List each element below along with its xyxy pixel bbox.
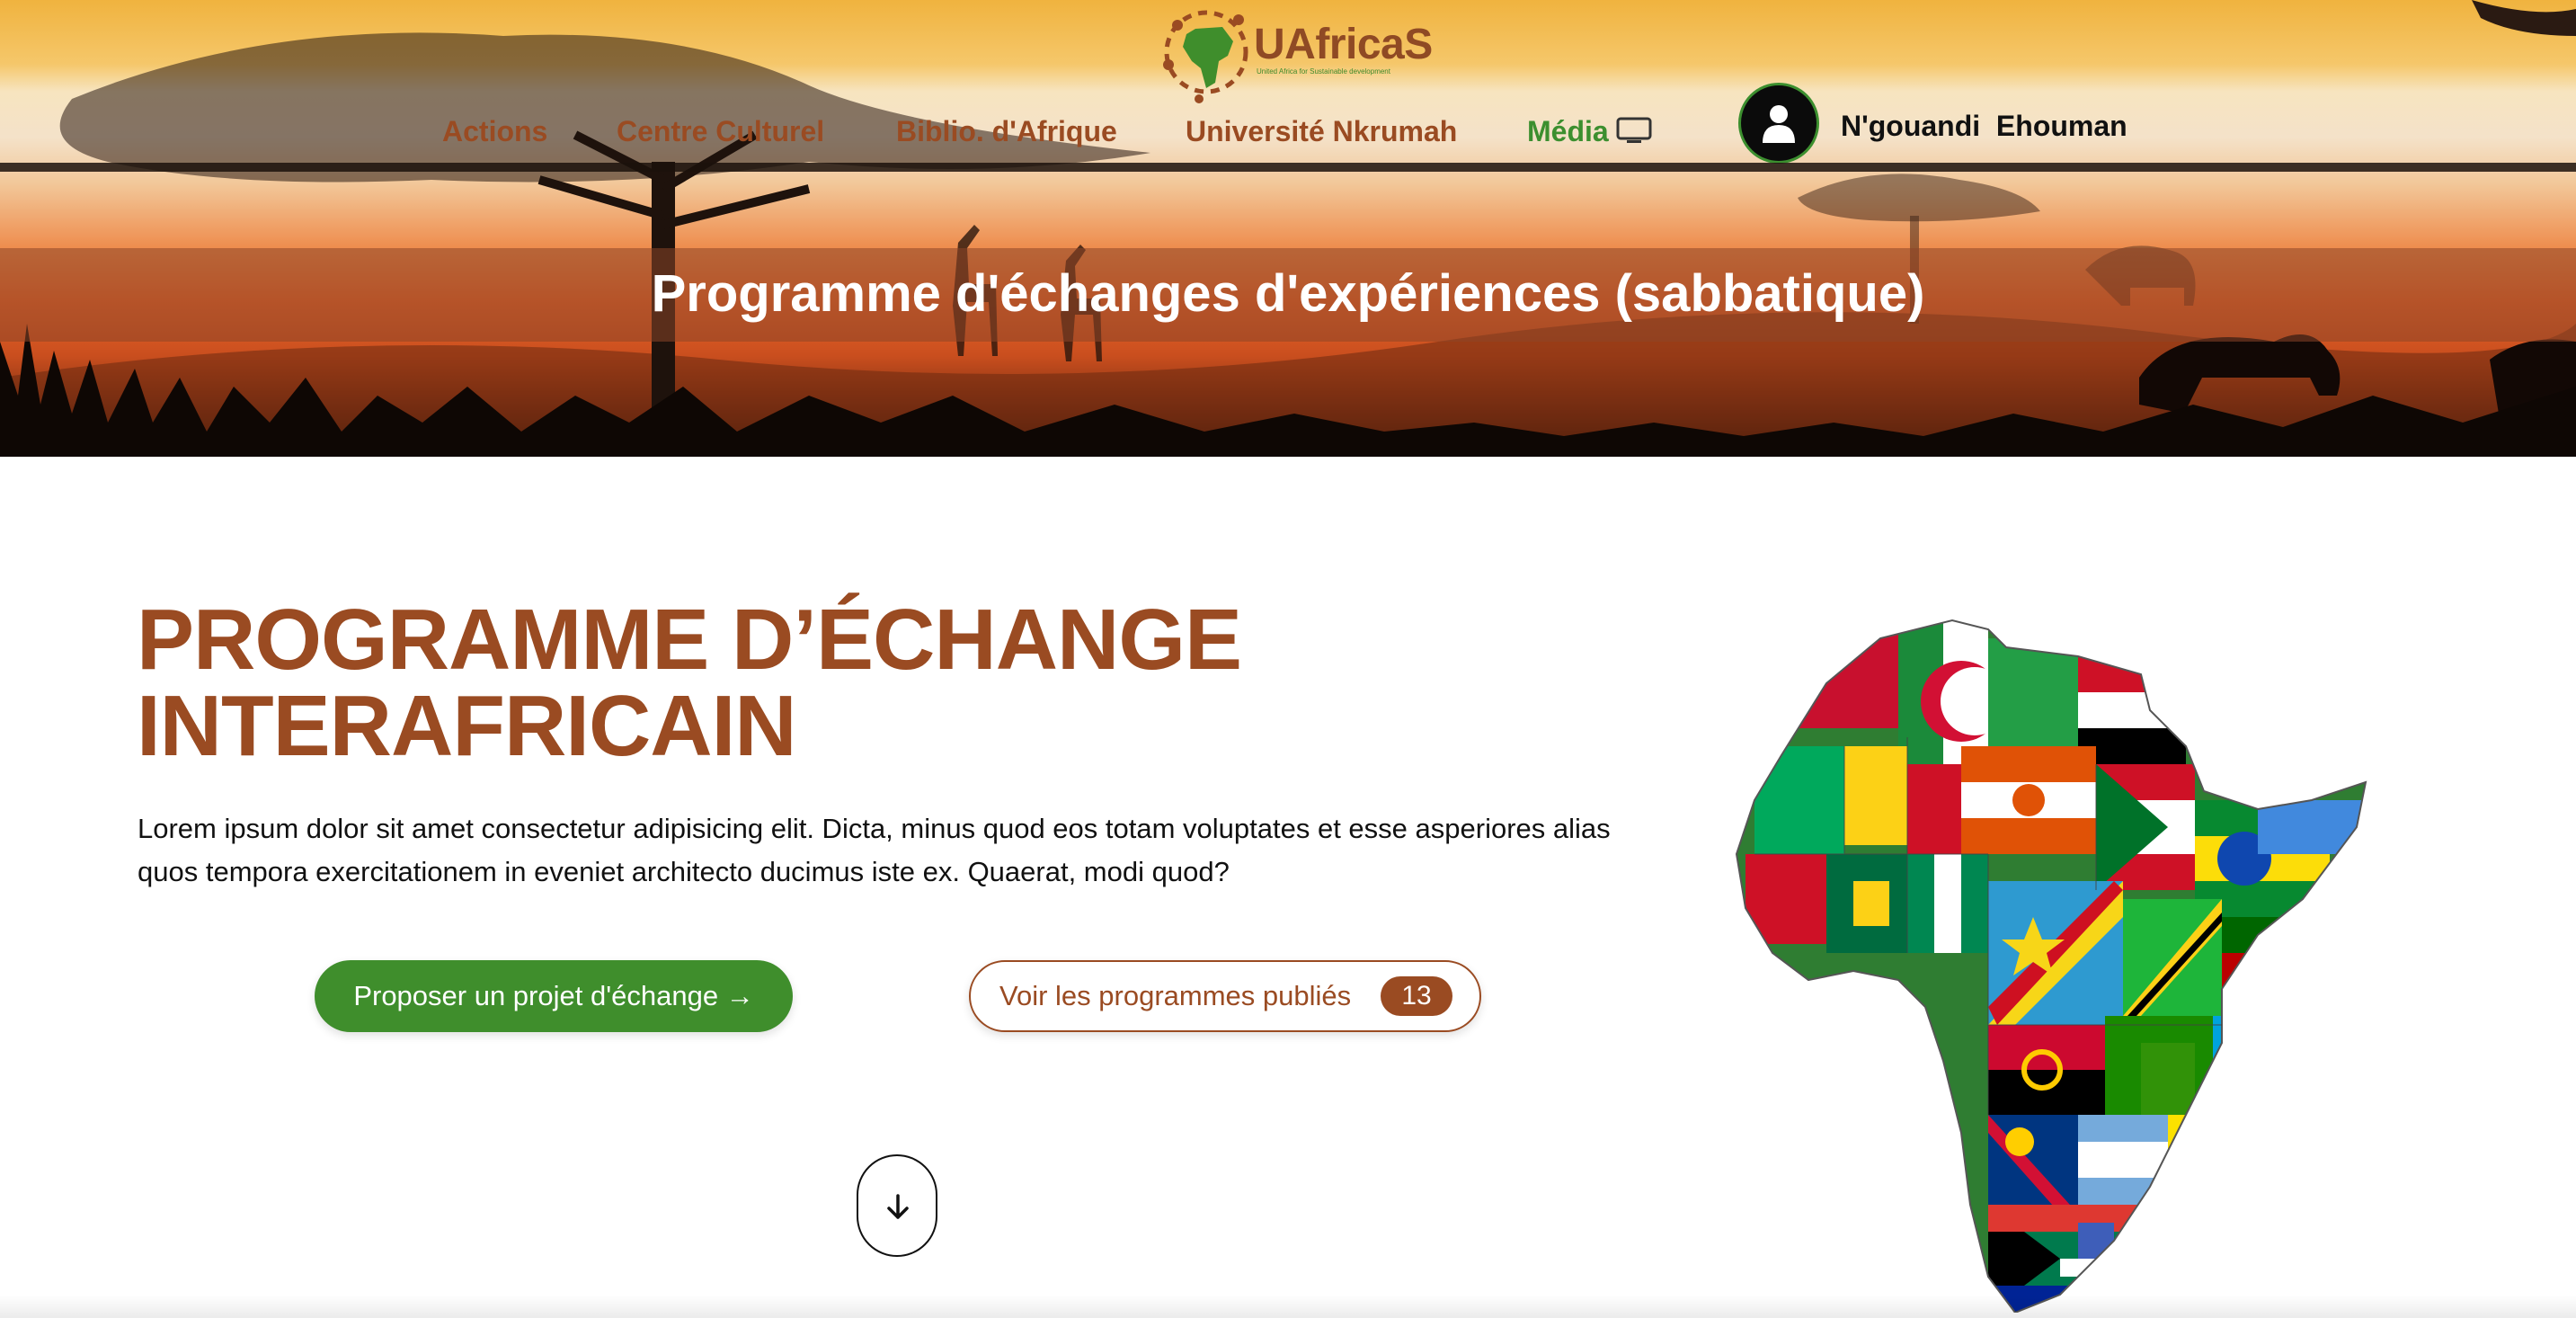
intro-paragraph: Lorem ipsum dolor sit amet consectetur a… (138, 813, 1611, 887)
arrow-down-icon (887, 1194, 909, 1219)
page-title: Programme d'échanges d'expériences (sabb… (651, 264, 1925, 323)
nav-item-actions[interactable]: Actions (442, 115, 547, 148)
published-count-badge: 13 (1381, 976, 1452, 1016)
propose-project-button[interactable]: Proposer un projet d'échange → (315, 960, 793, 1032)
africa-flags-map (1735, 619, 2367, 1313)
brand-tagline: United Africa for Sustainable developmen… (1257, 67, 1390, 76)
nav-item-universite[interactable]: Université Nkrumah (1186, 115, 1457, 148)
page-bottom-shadow (0, 1295, 2576, 1318)
main-heading: PROGRAMME D’ÉCHANGE INTERAFRICAIN (137, 592, 1242, 774)
navbar-divider (0, 163, 2576, 172)
nav-item-biblio[interactable]: Biblio. d'Afrique (896, 115, 1117, 148)
brand-name: UAfricaS (1254, 21, 1433, 68)
view-programs-label: Voir les programmes publiés (999, 980, 1352, 1011)
user-name[interactable]: N'gouandi Ehouman (1841, 110, 2127, 143)
scroll-down-button[interactable] (857, 1154, 937, 1257)
avatar[interactable] (1738, 83, 1819, 164)
main-heading-line1: PROGRAMME D’ÉCHANGE (137, 592, 1242, 688)
user-icon (1763, 105, 1795, 143)
view-programs-button[interactable]: Voir les programmes publiés 13 (969, 960, 1481, 1032)
main-heading-line2: INTERAFRICAIN (137, 678, 797, 774)
africa-logo-icon (1163, 10, 1248, 103)
nav-item-centre-culturel[interactable]: Centre Culturel (617, 115, 824, 148)
tv-icon[interactable] (1616, 117, 1652, 144)
nav-item-media[interactable]: Média (1527, 115, 1609, 148)
